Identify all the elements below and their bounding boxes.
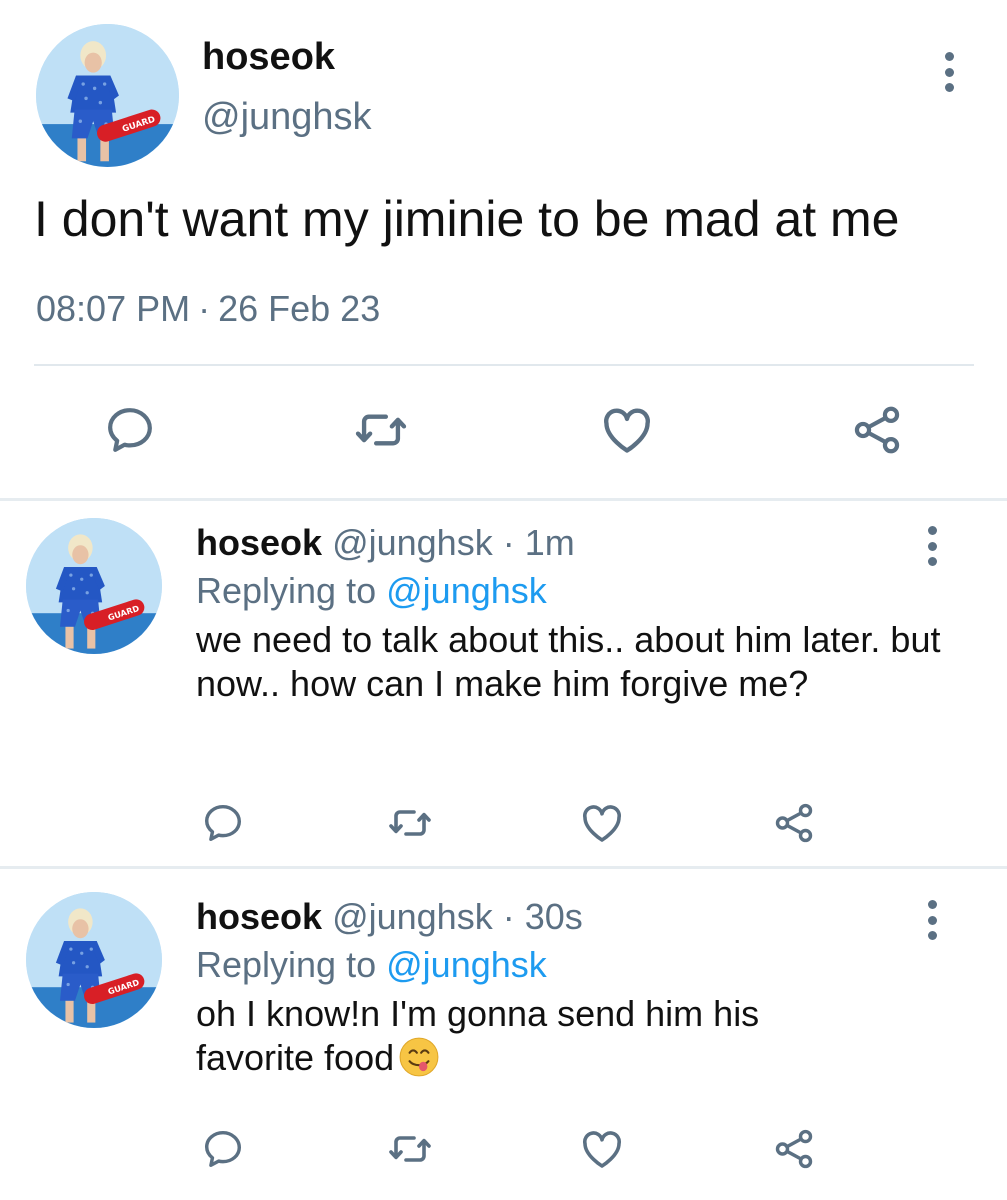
retweet-icon <box>389 810 431 836</box>
share-button[interactable] <box>846 400 908 460</box>
username-handle[interactable]: @junghsk <box>332 522 493 563</box>
retweet-button[interactable] <box>384 1124 436 1174</box>
heart-icon <box>604 408 650 453</box>
retweet-button[interactable] <box>384 798 436 848</box>
tweet-time: 08:07 PM <box>36 288 191 329</box>
tweet-timestamp: 08:07 PM · 26 Feb 23 <box>36 288 380 330</box>
relative-time: 1m <box>524 522 575 563</box>
like-button[interactable] <box>576 1124 628 1174</box>
reply-icon <box>204 1130 242 1168</box>
reply-header: hoseok @junghsk · 30s <box>196 896 583 938</box>
tweet-text: oh I know!n I'm gonna send him his favor… <box>196 993 760 1078</box>
like-button[interactable] <box>596 400 658 460</box>
reply-button[interactable] <box>100 400 160 460</box>
retweet-icon <box>389 1136 431 1162</box>
reply-header: hoseok @junghsk · 1m <box>196 522 575 564</box>
share-button[interactable] <box>768 1124 820 1174</box>
replying-label: Replying to <box>196 944 377 985</box>
divider <box>34 364 974 366</box>
meta-separator: · <box>198 288 211 329</box>
replying-handle-link[interactable]: @junghsk <box>386 570 547 611</box>
avatar[interactable] <box>26 892 162 1028</box>
heart-icon <box>583 1131 621 1168</box>
tweet-text: I don't want my jiminie to be mad at me <box>34 191 900 247</box>
yum-face-emoji-icon <box>399 1037 439 1077</box>
reply-tweet: hoseok @junghsk · 30s Replying to @jungh… <box>0 874 1007 1200</box>
display-name[interactable]: hoseok <box>196 522 322 563</box>
retweet-icon <box>355 414 407 446</box>
display-name[interactable]: hoseok <box>196 896 322 937</box>
username-handle[interactable]: @junghsk <box>332 896 493 937</box>
more-vertical-icon[interactable] <box>920 900 944 940</box>
meta-separator: · <box>502 522 515 563</box>
avatar[interactable] <box>36 24 179 167</box>
reply-icon <box>108 408 152 452</box>
more-vertical-icon[interactable] <box>937 52 961 92</box>
avatar-photo <box>26 518 162 654</box>
avatar[interactable] <box>26 518 162 654</box>
replying-to: Replying to @junghsk <box>196 944 547 986</box>
display-name[interactable]: hoseok <box>202 36 335 79</box>
heart-icon <box>583 805 621 842</box>
reply-button[interactable] <box>198 1124 248 1174</box>
retweet-button[interactable] <box>350 400 412 460</box>
reply-button[interactable] <box>198 798 248 848</box>
avatar-photo <box>26 892 162 1028</box>
share-icon <box>775 1129 813 1169</box>
replying-to: Replying to @junghsk <box>196 570 547 612</box>
replying-label: Replying to <box>196 570 377 611</box>
reply-icon <box>204 804 242 842</box>
tweet-text: we need to talk about this.. about him l… <box>196 619 941 704</box>
share-icon <box>854 406 900 454</box>
share-icon <box>775 803 813 843</box>
more-vertical-icon[interactable] <box>920 526 944 566</box>
tweet-text-container: oh I know!n I'm gonna send him his favor… <box>196 992 836 1080</box>
replying-handle-link[interactable]: @junghsk <box>386 944 547 985</box>
share-button[interactable] <box>768 798 820 848</box>
main-tweet: hoseok @junghsk I don't want my jiminie … <box>0 0 1007 500</box>
like-button[interactable] <box>576 798 628 848</box>
section-divider <box>0 866 1007 869</box>
relative-time: 30s <box>524 896 583 937</box>
meta-separator: · <box>502 896 515 937</box>
username-handle[interactable]: @junghsk <box>202 96 372 139</box>
tweet-date: 26 Feb 23 <box>218 288 381 329</box>
reply-tweet: hoseok @junghsk · 1m Replying to @junghs… <box>0 500 1007 866</box>
avatar-photo <box>36 24 179 167</box>
